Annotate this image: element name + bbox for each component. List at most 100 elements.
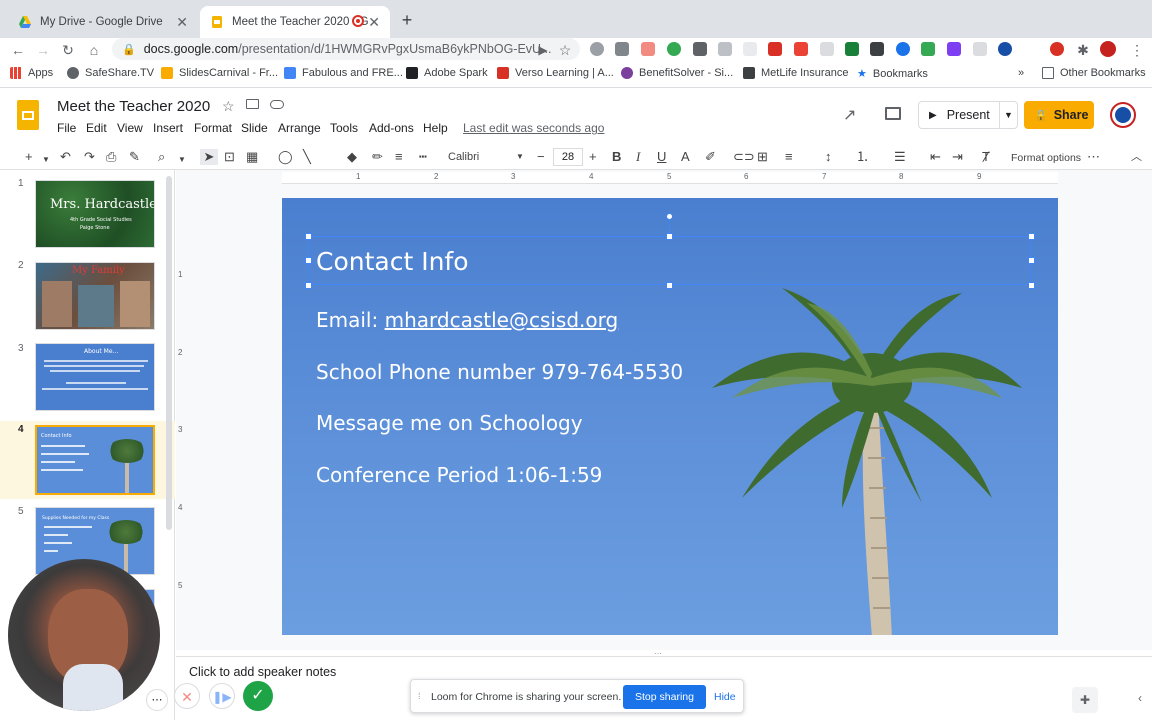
line-icon[interactable]: ╲ [303, 149, 311, 165]
border-color-icon[interactable]: ✏ [372, 149, 383, 165]
image-icon[interactable]: ▦ [246, 149, 258, 165]
avatar[interactable] [1110, 102, 1136, 128]
print-icon[interactable]: ⎙ [106, 149, 116, 165]
profile-avatar[interactable] [1100, 41, 1116, 57]
grammarly-icon[interactable] [667, 42, 681, 56]
palm-tree-image[interactable] [692, 278, 1032, 635]
clear-formatting-icon[interactable]: Ⱦ [982, 149, 990, 165]
bookmark-item[interactable]: Fabulous and FRE... [284, 67, 403, 79]
resize-handle[interactable] [1028, 233, 1035, 240]
extension-icon[interactable] [718, 42, 732, 56]
reload-icon[interactable]: ↻ [58, 40, 78, 60]
bookmarks-overflow[interactable]: » [1018, 67, 1024, 79]
extension-icon[interactable] [820, 42, 834, 56]
slide-thumbnail-3[interactable]: About Me... [35, 343, 155, 411]
kebab-menu-icon[interactable]: ⋮ [1127, 40, 1147, 60]
extension-icon[interactable] [615, 42, 629, 56]
star-icon[interactable]: ☆ [222, 98, 235, 115]
resize-handle[interactable] [305, 257, 312, 264]
numbered-list-icon[interactable]: ⒈ [856, 149, 869, 165]
close-icon[interactable]: ✕ [176, 15, 188, 29]
conference-line[interactable]: Conference Period 1:06-1:59 [316, 463, 602, 487]
chevron-down-icon[interactable]: ▼ [42, 152, 50, 168]
bookmark-item[interactable]: ★ Bookmarks [857, 67, 928, 81]
bold-icon[interactable]: B [612, 149, 621, 165]
underline-icon[interactable]: U [657, 149, 666, 165]
message-line[interactable]: Message me on Schoology [316, 411, 583, 435]
italic-icon[interactable]: I [636, 149, 640, 165]
home-icon[interactable]: ⌂ [84, 40, 104, 60]
menu-edit[interactable]: Edit [86, 121, 107, 135]
camera-blocked-icon[interactable]: ▶ [533, 40, 553, 60]
extension-icon[interactable] [896, 42, 910, 56]
cancel-recording-icon[interactable]: ✕ [174, 683, 200, 709]
zoom-icon[interactable]: ⌕ [158, 149, 165, 165]
menu-insert[interactable]: Insert [153, 121, 183, 135]
line-spacing-icon[interactable]: ↕ [825, 149, 832, 165]
extension-icon[interactable] [921, 42, 935, 56]
extension-icon[interactable] [998, 42, 1012, 56]
extension-icon[interactable] [947, 42, 961, 56]
bookmark-item[interactable]: Verso Learning | A... [497, 67, 614, 79]
slide-thumbnail-1[interactable]: Mrs. Hardcastle 4th Grade Social Studies… [35, 180, 155, 248]
filmstrip-scrollbar[interactable] [166, 176, 172, 530]
chevron-down-icon[interactable]: ▼ [999, 102, 1017, 128]
pause-icon[interactable]: ❚▶ [209, 683, 235, 709]
finish-recording-icon[interactable]: ✓ [243, 681, 273, 711]
comment-icon[interactable] [885, 107, 901, 120]
speaker-notes-placeholder[interactable]: Click to add speaker notes [189, 665, 336, 679]
extension-icon[interactable] [845, 42, 859, 56]
select-cursor-icon[interactable]: ➤ [200, 149, 218, 165]
slide-thumbnail-4[interactable]: Contact Info [35, 425, 155, 495]
tab-my-drive[interactable]: My Drive - Google Drive ✕ [8, 6, 198, 38]
border-weight-icon[interactable]: ≡ [395, 149, 403, 165]
extension-icon[interactable] [693, 42, 707, 56]
font-select[interactable]: Calibri ▼ [448, 148, 528, 166]
hide-button[interactable]: Hide [714, 691, 736, 703]
menu-file[interactable]: File [57, 121, 76, 135]
more-icon[interactable]: ⋯ [1087, 149, 1100, 165]
back-arrow-icon[interactable]: ← [8, 40, 28, 60]
activity-trend-icon[interactable]: ↗ [843, 105, 856, 125]
move-folder-icon[interactable] [246, 99, 259, 109]
bookmark-item[interactable]: SlidesCarnival - Fr... [161, 67, 278, 79]
resize-handle[interactable] [1028, 257, 1035, 264]
increase-indent-icon[interactable]: ⇥ [952, 149, 963, 165]
menu-tools[interactable]: Tools [330, 121, 358, 135]
drag-handle[interactable]: ⋯ [654, 649, 662, 658]
more-icon[interactable]: ⋯ [146, 689, 168, 711]
extension-icon[interactable] [768, 42, 782, 56]
link-icon[interactable]: ⊂⊃ [733, 149, 755, 165]
resize-handle[interactable] [305, 233, 312, 240]
menu-view[interactable]: View [117, 121, 143, 135]
resize-handle[interactable] [666, 233, 673, 240]
address-bar[interactable]: 🔒 docs.google.com/presentation/d/1HWMGRv… [112, 38, 580, 60]
bookmark-item[interactable]: MetLife Insurance [743, 67, 848, 79]
last-edit-link[interactable]: Last edit was seconds ago [463, 121, 604, 135]
bulleted-list-icon[interactable]: ☰ [894, 149, 906, 165]
menu-slide[interactable]: Slide [241, 121, 268, 135]
resize-handle[interactable] [1028, 282, 1035, 289]
slide-title[interactable]: Contact Info [316, 247, 469, 276]
decrease-indent-icon[interactable]: ⇤ [930, 149, 941, 165]
webcam-bubble[interactable] [8, 559, 160, 711]
border-dash-icon[interactable]: ┅ [419, 149, 427, 165]
highlight-icon[interactable]: ✐ [705, 149, 716, 165]
explore-icon[interactable]: ✚ [1072, 687, 1098, 713]
increase-font-size-icon[interactable]: + [589, 149, 597, 165]
cloud-icon[interactable] [270, 100, 284, 109]
menu-help[interactable]: Help [423, 121, 448, 135]
share-button[interactable]: 🔒 Share [1024, 101, 1094, 129]
new-slide-icon[interactable]: + [25, 149, 33, 165]
paint-format-icon[interactable]: ✎ [129, 149, 140, 165]
tab-meet-the-teacher[interactable]: Meet the Teacher 2020 - G ✕ [200, 6, 390, 38]
extension-icon[interactable] [590, 42, 604, 56]
extension-icon[interactable] [1050, 42, 1064, 56]
text-color-icon[interactable]: A [681, 149, 690, 165]
fill-color-icon[interactable]: ◆ [347, 149, 357, 165]
slides-logo-icon[interactable] [17, 100, 39, 130]
vertical-ruler[interactable]: 1 2 3 4 5 [176, 196, 188, 636]
shape-icon[interactable]: ◯ [278, 149, 293, 165]
slide-thumbnail-2[interactable]: My Family [35, 262, 155, 330]
resize-handle[interactable] [666, 282, 673, 289]
